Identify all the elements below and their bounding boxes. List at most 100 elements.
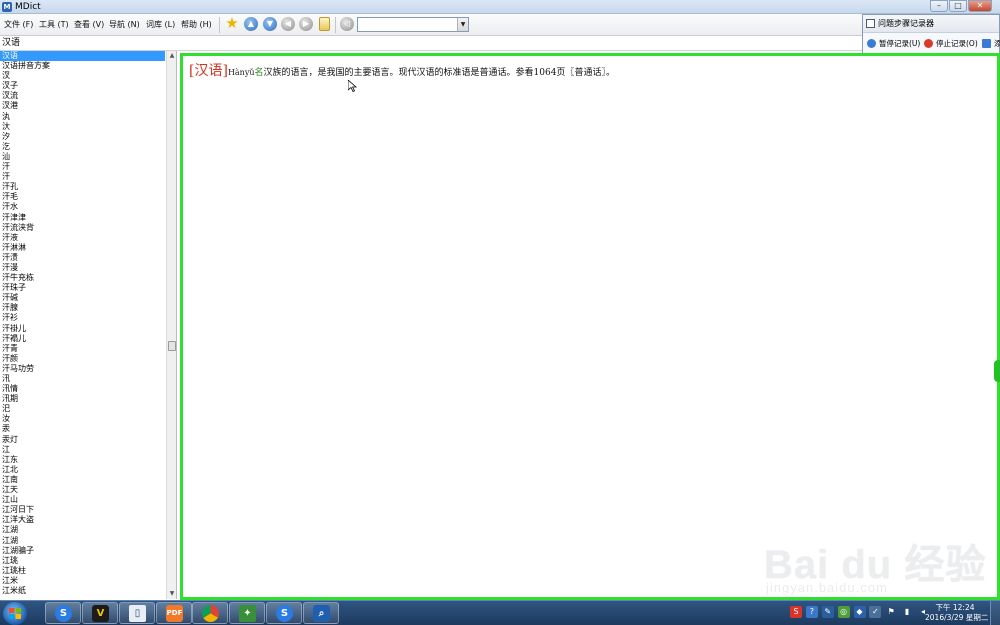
arrow-up-icon[interactable]: ▲ [244,17,258,31]
help-icon[interactable]: ? [805,606,818,618]
word-list-item[interactable]: 汍 [0,112,165,122]
document-icon[interactable] [319,17,330,31]
word-list-item[interactable]: 江北 [0,465,165,475]
maximize-button[interactable]: □ [949,0,967,12]
security-icon[interactable]: ◆ [853,606,866,618]
pane-edge-tab[interactable] [994,360,1000,382]
word-list-item[interactable]: 江珧柱 [0,566,165,576]
menu-help[interactable]: 帮助 (H) [181,19,212,30]
menu-file[interactable]: 文件 (F) [4,19,33,30]
scrollbar-thumb[interactable] [168,341,176,351]
word-list-item[interactable]: 汗毛 [0,192,165,202]
definition-pane[interactable]: [汉语]Hànyǔ名汉族的语言，是我国的主要语言。现代汉语的标准语是普通话。参看… [180,53,1000,600]
word-list-item[interactable]: 汜 [0,404,165,414]
word-list-item[interactable]: 汛 [0,374,165,384]
word-list-item[interactable]: 江米纸 [0,586,165,596]
menu-view[interactable]: 查看 (V) [74,19,104,30]
network-app-icon[interactable]: ◎ [837,606,850,618]
menu-navigate[interactable]: 导航 (N) [109,19,140,30]
word-list-item[interactable]: 汛期 [0,394,165,404]
minimize-button[interactable]: – [930,0,948,12]
word-list-item[interactable]: 江湖 [0,536,165,546]
search-input[interactable]: 汉语 [0,36,862,51]
word-list-item[interactable]: 江湖骗子 [0,546,165,556]
scroll-down-icon[interactable]: ▼ [167,589,176,599]
word-list-item[interactable]: 汗碱 [0,293,165,303]
close-button[interactable]: ✕ [968,0,992,12]
word-list-item[interactable]: 汗漫 [0,263,165,273]
word-list-scrollbar[interactable]: ▲ ▼ [166,51,176,599]
pdf-app-icon[interactable]: PDF [156,602,192,624]
dictionary-select[interactable]: ▼ [357,17,469,32]
word-list-item[interactable]: 汗津津 [0,213,165,223]
stop-record-button[interactable]: 停止记录(O) [924,38,978,49]
word-list-item[interactable]: 汗衫 [0,313,165,323]
network-icon[interactable]: ▮ [901,606,913,618]
word-list-item[interactable]: 汔 [0,142,165,152]
word-list-item[interactable]: 汗腺 [0,303,165,313]
word-list-item[interactable]: 汗 [0,162,165,172]
menu-library[interactable]: 词库 (L) [146,19,175,30]
back-icon[interactable]: ◀ [281,17,295,31]
shield-app-icon[interactable]: V [82,602,118,624]
word-list-item[interactable]: 汗褟儿 [0,334,165,344]
word-list-item[interactable]: 江南 [0,475,165,485]
word-list-item[interactable]: 汐 [0,132,165,142]
add-comment-button[interactable]: 添 [982,38,1000,49]
word-list-item[interactable]: 汞 [0,424,165,434]
word-list-item[interactable]: 汉语 [0,51,165,62]
start-button[interactable] [3,602,27,625]
word-list-item[interactable]: 汗渍 [0,253,165,263]
mdict-app-icon[interactable]: ⌕ [303,602,339,624]
word-list-item[interactable]: 汗颜 [0,354,165,364]
word-list-item[interactable]: 汗流浃背 [0,223,165,233]
word-list-item[interactable]: 江河日下 [0,505,165,515]
word-list-item[interactable]: 汗青 [0,344,165,354]
word-list-item[interactable]: 江洋大盗 [0,515,165,525]
game-app-icon[interactable]: ✦ [229,602,265,624]
word-list-item[interactable]: 江珧 [0,556,165,566]
word-list-item[interactable]: 汗 [0,172,165,182]
word-list-item[interactable]: 汊港 [0,101,165,111]
system-clock[interactable]: 下午 12:24 2016/3/29 星期二 [925,603,988,623]
word-list-item[interactable]: 汗水 [0,202,165,212]
word-list-item[interactable]: 汗淋淋 [0,243,165,253]
show-desktop-button[interactable] [990,601,1000,625]
word-list-item[interactable]: 汏 [0,122,165,132]
pause-record-button[interactable]: 暂停记录(U) [867,38,920,49]
sogou-browser-icon[interactable]: S [45,602,81,624]
update-icon[interactable]: ✓ [869,606,882,618]
menu-tools[interactable]: 工具 (T) [39,19,69,30]
flag-icon[interactable]: ⚑ [885,606,897,618]
word-list-item[interactable]: 汉语拼音方案 [0,61,165,71]
word-list-item[interactable]: 汛情 [0,384,165,394]
pen-icon[interactable]: ✎ [821,606,834,618]
sogou-app-icon[interactable]: S [266,602,302,624]
word-list-item[interactable]: 汝 [0,414,165,424]
word-list-item[interactable]: 汗牛充栋 [0,273,165,283]
word-list-item[interactable]: 汗马功劳 [0,364,165,374]
favorite-star-icon[interactable]: ★ [224,16,240,31]
window-titlebar[interactable]: M MDict [0,0,1000,14]
sogou-input-icon[interactable]: S [790,606,802,618]
word-list-item[interactable]: 江 [0,445,165,455]
word-list-item[interactable]: 汗孔 [0,182,165,192]
scroll-up-icon[interactable]: ▲ [167,51,176,61]
word-list-item[interactable]: 江湖 [0,525,165,535]
chrome-icon[interactable] [192,602,228,624]
word-list-item[interactable]: 江山 [0,495,165,505]
word-list-item[interactable]: 汊 [0,71,165,81]
arrow-down-icon[interactable]: ▼ [263,17,277,31]
word-list-item[interactable]: 汗液 [0,233,165,243]
word-list-item[interactable]: 江东 [0,455,165,465]
word-list-item[interactable]: 汗珠子 [0,283,165,293]
word-list-item[interactable]: 江天 [0,485,165,495]
word-list-item[interactable]: 汕 [0,152,165,162]
speaker-icon[interactable]: ◁ [340,17,354,31]
word-list-item[interactable]: 汗褂儿 [0,324,165,334]
word-list-item[interactable]: 江米 [0,576,165,586]
word-list-item[interactable]: 汊流 [0,91,165,101]
word-list-item[interactable]: 汊子 [0,81,165,91]
word-list-item[interactable]: 汞灯 [0,435,165,445]
forward-icon[interactable]: ▶ [299,17,313,31]
